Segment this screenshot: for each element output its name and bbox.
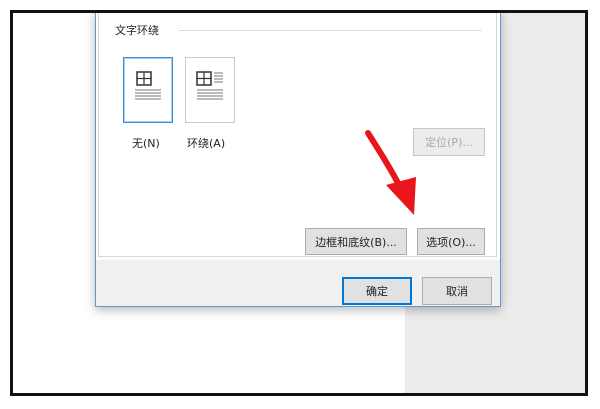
text-wrapping-label: 文字环绕 — [115, 22, 163, 38]
section-divider — [179, 30, 482, 31]
options-button[interactable]: 选项(O)... — [417, 228, 485, 255]
table-properties-dialog: 文字环绕 无(N) 环绕(A) 定位(P)... 边框和底纹(B)... 选项(… — [95, 13, 501, 307]
wrap-none-option[interactable] — [123, 57, 173, 123]
wrap-none-icon — [135, 71, 161, 100]
red-arrow-icon — [365, 130, 416, 215]
wrap-around-icon — [196, 71, 223, 100]
table-tab-panel: 文字环绕 无(N) 环绕(A) 定位(P)... 边框和底纹(B)... 选项(… — [98, 13, 497, 257]
cancel-button[interactable]: 取消 — [422, 277, 492, 305]
screenshot-frame: 文字环绕 无(N) 环绕(A) 定位(P)... 边框和底纹(B)... 选项(… — [10, 10, 588, 396]
wrap-none-label: 无(N) — [132, 137, 160, 150]
borders-and-shading-button[interactable]: 边框和底纹(B)... — [305, 228, 407, 255]
wrap-around-option[interactable] — [185, 57, 235, 123]
ok-button[interactable]: 确定 — [342, 277, 412, 305]
wrap-around-label: 环绕(A) — [187, 137, 226, 150]
